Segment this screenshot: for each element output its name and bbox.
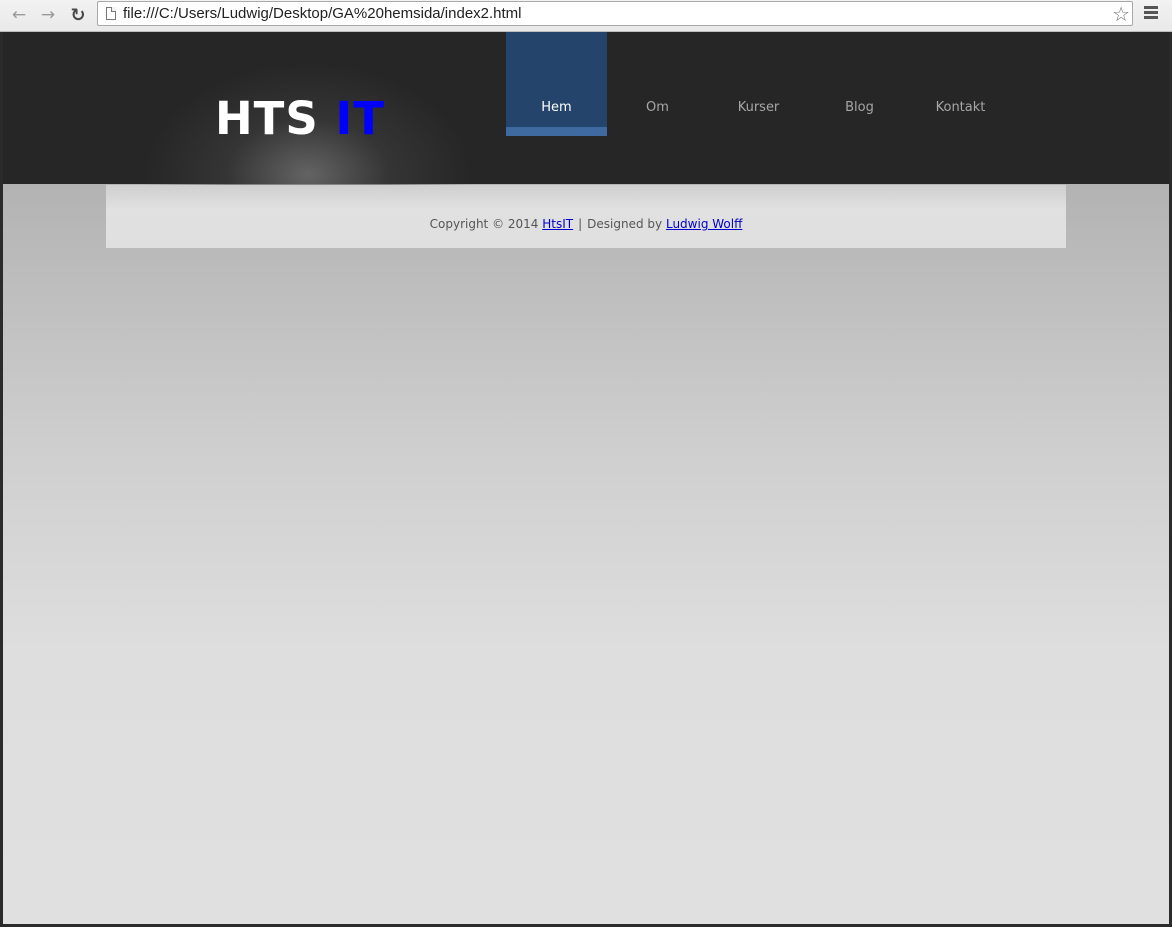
copyright-text: Copyright © 2014 [429,216,539,231]
nav-item-label: Hem [541,99,572,115]
url-text[interactable]: file:///C:/Users/Ludwig/Desktop/GA%20hem… [123,5,522,22]
company-link[interactable]: HtsIT [542,217,573,231]
site-footer: Copyright © 2014 HtsIT | Designed by Ludwi… [106,185,1066,248]
arrow-right-icon: → [40,5,56,25]
nav-item-label: Kurser [737,99,780,115]
forward-button[interactable]: → [37,5,59,25]
logo-text-it: IT [335,92,385,145]
designer-link[interactable]: Ludwig Wolff [666,217,742,231]
nav-item-om[interactable]: Om [607,32,708,136]
designed-by-text: Designed by [587,216,663,231]
nav-item-label: Kontakt [935,99,986,115]
nav-item-label: Blog [845,99,874,115]
main-nav: Hem Om Kurser Blog Kontakt [506,32,1011,136]
nav-item-kurser[interactable]: Kurser [708,32,809,136]
page-viewport: HTS IT Hem Om Kurser Blog Kontakt Copyri… [3,32,1169,924]
back-button[interactable]: ← [8,5,30,25]
arrow-left-icon: ← [11,5,27,25]
page-icon [106,7,116,20]
nav-item-hem[interactable]: Hem [506,32,607,136]
hamburger-menu-icon[interactable] [1144,6,1158,22]
site-header: HTS IT Hem Om Kurser Blog Kontakt [3,32,1169,212]
nav-item-label: Om [646,99,669,115]
nav-item-kontakt[interactable]: Kontakt [910,32,1011,136]
address-bar[interactable]: file:///C:/Users/Ludwig/Desktop/GA%20hem… [97,1,1133,26]
reload-icon: ↻ [70,4,86,26]
star-icon[interactable]: ☆ [1112,2,1130,26]
footer-separator: | [578,216,583,231]
nav-item-blog[interactable]: Blog [809,32,910,136]
logo-text-hts: HTS [215,92,319,145]
site-logo[interactable]: HTS IT [215,96,385,141]
reload-button[interactable]: ↻ [67,4,89,26]
browser-toolbar: ← → ↻ file:///C:/Users/Ludwig/Desktop/GA… [0,0,1172,32]
